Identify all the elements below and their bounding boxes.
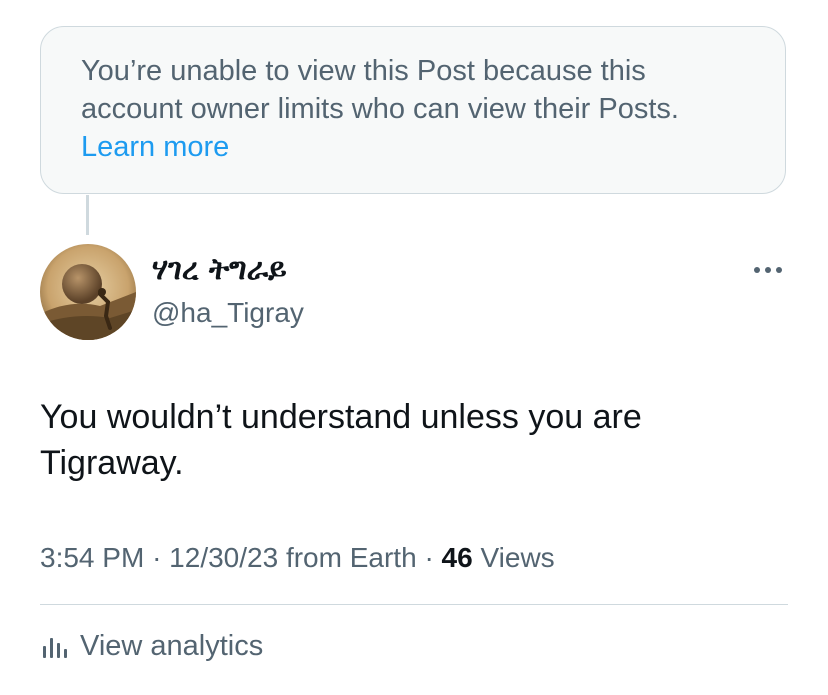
separator: · (424, 542, 434, 573)
thread-connector-line (86, 195, 89, 235)
separator: · (152, 542, 162, 573)
notice-text: You’re unable to view this Post because … (81, 55, 679, 125)
analytics-bars-icon (40, 632, 68, 660)
unavailable-post-notice: You’re unable to view this Post because … (40, 26, 786, 194)
divider (40, 604, 788, 605)
more-horizontal-icon[interactable] (748, 258, 788, 282)
views-label: Views (480, 542, 555, 573)
learn-more-link[interactable]: Learn more (81, 128, 745, 166)
avatar[interactable] (40, 244, 136, 340)
post-text: You wouldn’t understand unless you are T… (40, 398, 642, 482)
user-handle[interactable]: @ha_Tigray (152, 296, 304, 330)
display-name[interactable]: ሃገረ ትግራይ (152, 252, 287, 288)
post-date[interactable]: 12/30/23 (169, 542, 278, 573)
view-analytics-button[interactable]: View analytics (40, 626, 263, 666)
avatar-image (40, 244, 136, 340)
post-source: from Earth (285, 542, 417, 573)
post-time[interactable]: 3:54 PM (40, 542, 144, 573)
view-analytics-label: View analytics (80, 629, 264, 662)
views-count: 46 (441, 542, 473, 573)
post-metadata: 3:54 PM · 12/30/23 from Earth · 46 Views (40, 540, 555, 576)
